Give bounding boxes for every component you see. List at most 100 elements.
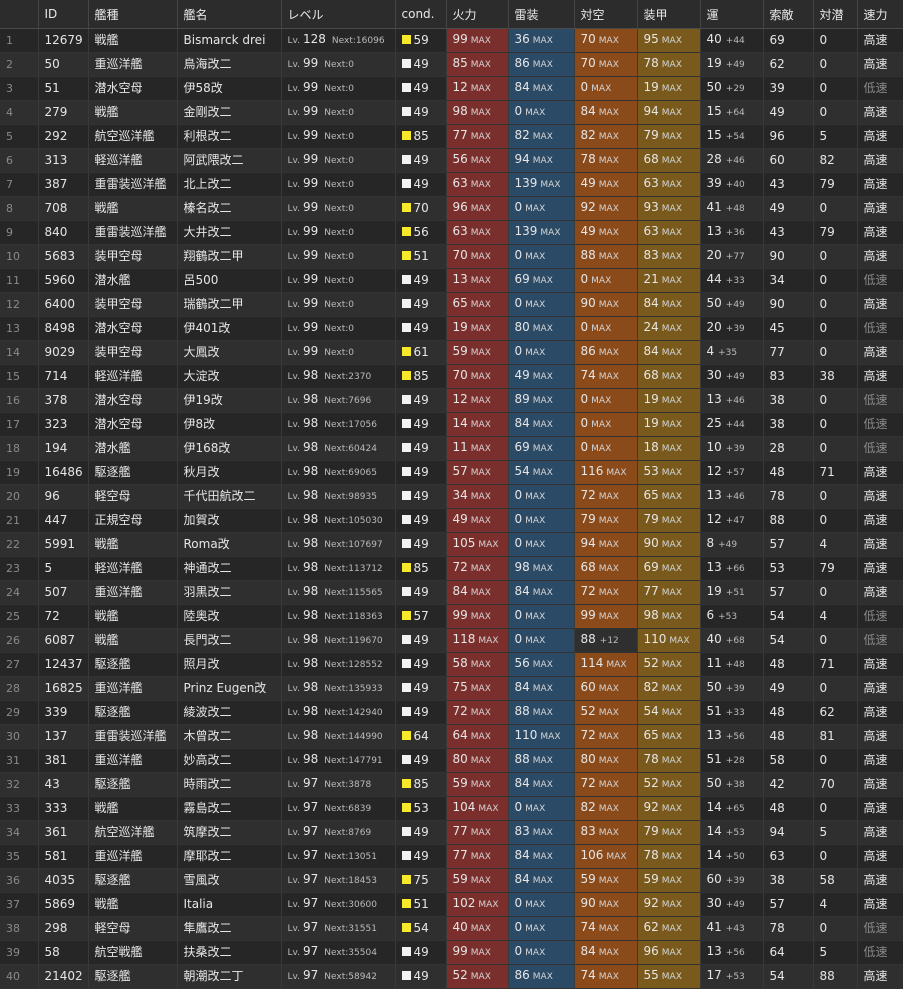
stat-speed: 高速 (857, 868, 903, 893)
max-label: MAX (598, 540, 619, 550)
max-label: MAX (525, 804, 546, 814)
max-label: MAX (470, 948, 491, 958)
max-label: MAX (470, 36, 491, 46)
table-row[interactable]: 11 5960 潜水艦 呂500 Lv. 99 Next:0 49 13 MAX 69 MAX 0 MAX… (0, 268, 903, 293)
anti-air-value: 68 (580, 560, 596, 574)
table-row[interactable]: 35 581 重巡洋艦 摩耶改二 Lv. 97 Next:13051 49 77 MAX 84 MAX… (0, 844, 903, 869)
ship-type: 重雷装巡洋艦 (88, 724, 178, 749)
level-value: 99 (303, 56, 319, 70)
table-row[interactable]: 14 9029 装甲空母 大鳳改 Lv. 99 Next:0 61 59 MAX 0 MAX 86 MAX… (0, 340, 903, 365)
max-label: MAX (661, 348, 682, 358)
table-row[interactable]: 34 361 航空巡洋艦 筑摩改二 Lv. 97 Next:8769 49 77 MAX 83 MAX… (0, 820, 903, 845)
header-level[interactable]: レベル (281, 0, 396, 29)
ship-id: 361 (38, 820, 89, 845)
ship-name: 利根改二 (177, 124, 282, 149)
firepower-value: 49 (452, 512, 468, 526)
luck-increment: +51 (725, 588, 745, 598)
table-row[interactable]: 26 6087 戦艦 長門改二 Lv. 98 Next:119670 49 118 MAX 0 MAX… (0, 628, 903, 653)
table-row[interactable]: 39 58 航空戦艦 扶桑改二 Lv. 97 Next:35504 49 99 MAX 0 MAX 84… (0, 940, 903, 965)
table-row[interactable]: 31 381 重巡洋艦 妙高改二 Lv. 98 Next:147791 49 80 MAX 88 MA… (0, 748, 903, 773)
level-prefix: Lv. (287, 708, 301, 718)
level-value: 128 (303, 32, 326, 46)
header-ship-name[interactable]: 艦名 (177, 0, 282, 29)
header-torpedo[interactable]: 雷装 (508, 0, 575, 29)
table-row[interactable]: 28 16825 重巡洋艦 Prinz Eugen改 Lv. 98 Next:135933 4… (0, 676, 903, 701)
table-row[interactable]: 19 16486 駆逐艦 秋月改 Lv. 98 Next:69065 49 57 MAX 54 MAX… (0, 460, 903, 485)
table-row[interactable]: 25 72 戦艦 陸奥改 Lv. 98 Next:118363 57 99 MAX 0 MAX 99 MA… (0, 604, 903, 629)
table-row[interactable]: 3 51 潜水空母 伊58改 Lv. 99 Next:0 49 12 MAX 84 MAX 0 MAX 19… (0, 76, 903, 101)
ship-type: 重雷装巡洋艦 (88, 172, 178, 197)
table-row[interactable]: 6 313 軽巡洋艦 阿武隈改二 Lv. 99 Next:0 49 56 MAX 94 MAX 78 MA… (0, 148, 903, 173)
table-row[interactable]: 17 323 潜水空母 伊8改 Lv. 98 Next:17056 49 14 MAX 84 MAX 0… (0, 412, 903, 437)
table-row[interactable]: 36 4035 駆逐艦 雪風改 Lv. 97 Next:18453 75 59 MAX 84 MAX 5… (0, 868, 903, 893)
table-row[interactable]: 40 21402 駆逐艦 朝潮改二丁 Lv. 97 Next:58942 49 52 MAX 86 M… (0, 964, 903, 989)
stat-anti-sub: 0 (813, 244, 858, 269)
table-row[interactable]: 9 840 重雷装巡洋艦 大井改二 Lv. 99 Next:0 56 63 MAX 139 MAX 49… (0, 220, 903, 245)
table-row[interactable]: 2 50 重巡洋艦 鳥海改二 Lv. 99 Next:0 49 85 MAX 86 MAX 70 MAX 7… (0, 52, 903, 77)
table-row[interactable]: 38 298 軽空母 隼鷹改二 Lv. 97 Next:31551 54 40 MAX 0 MAX 74… (0, 916, 903, 941)
level-prefix: Lv. (287, 84, 301, 94)
stat-firepower: 99 MAX (446, 940, 509, 965)
ship-type: 軽巡洋艦 (88, 364, 178, 389)
luck-value: 14 (706, 800, 722, 814)
table-row[interactable]: 5 292 航空巡洋艦 利根改二 Lv. 99 Next:0 85 77 MAX 82 MAX 82 MA… (0, 124, 903, 149)
luck-value: 11 (706, 656, 722, 670)
table-row[interactable]: 16 378 潜水空母 伊19改 Lv. 98 Next:7696 49 12 MAX 89 MAX 0… (0, 388, 903, 413)
table-row[interactable]: 37 5869 戦艦 Italia Lv. 97 Next:30600 51 102 MAX 0 MA… (0, 892, 903, 917)
header-condition[interactable]: cond. (395, 0, 447, 29)
table-row[interactable]: 13 8498 潜水空母 伊401改 Lv. 99 Next:0 49 19 MAX 80 MAX 0 M… (0, 316, 903, 341)
level-prefix: Lv. (287, 300, 301, 310)
table-row[interactable]: 33 333 戦艦 霧島改二 Lv. 97 Next:6839 53 104 MAX 0 MAX 82 M… (0, 796, 903, 821)
stat-armor: 96 MAX (637, 940, 701, 965)
stat-anti-air: 49 MAX (574, 172, 638, 197)
next-prefix: Next: (324, 180, 349, 190)
header-speed[interactable]: 速力 (857, 0, 903, 29)
header-anti-air[interactable]: 対空 (574, 0, 638, 29)
table-row[interactable]: 27 12437 駆逐艦 照月改 Lv. 98 Next:128552 49 58 MAX 56 MA… (0, 652, 903, 677)
header-anti-sub[interactable]: 対潜 (813, 0, 858, 29)
condition-square-icon (401, 443, 411, 452)
table-row[interactable]: 24 507 重巡洋艦 羽黒改二 Lv. 98 Next:115565 49 84 MAX 84 MA… (0, 580, 903, 605)
table-row[interactable]: 12 6400 装甲空母 瑞鶴改二甲 Lv. 99 Next:0 49 65 MAX 0 MAX 90 M… (0, 292, 903, 317)
ship-name: 綾波改二 (177, 700, 282, 725)
table-row[interactable]: 23 5 軽巡洋艦 神通改二 Lv. 98 Next:113712 85 72 MAX 98 MAX 6… (0, 556, 903, 581)
table-row[interactable]: 15 714 軽巡洋艦 大淀改 Lv. 98 Next:2370 85 70 MAX 49 MAX 74… (0, 364, 903, 389)
luck-increment: +48 (725, 204, 745, 214)
next-exp-value: 2370 (348, 372, 372, 382)
table-row[interactable]: 22 5991 戦艦 Roma改 Lv. 98 Next:107697 49 105 MAX 0 MA… (0, 532, 903, 557)
stat-anti-sub: 0 (813, 292, 858, 317)
ship-level: Lv. 97 Next:58942 (281, 964, 396, 989)
max-label: MAX (661, 564, 682, 574)
table-row[interactable]: 10 5683 装甲空母 翔鶴改二甲 Lv. 99 Next:0 51 70 MAX 0 MAX 88 M… (0, 244, 903, 269)
table-row[interactable]: 7 387 重雷装巡洋艦 北上改二 Lv. 99 Next:0 49 63 MAX 139 MAX 49… (0, 172, 903, 197)
condition-value: 49 (413, 585, 429, 599)
table-row[interactable]: 29 339 駆逐艦 綾波改二 Lv. 98 Next:142940 49 72 MAX 88 MAX… (0, 700, 903, 725)
header-firepower[interactable]: 火力 (446, 0, 509, 29)
stat-torpedo: 69 MAX (508, 436, 575, 461)
table-row[interactable]: 1 12679 戦艦 Bismarck drei Lv. 128 Next:16096 59 9… (0, 28, 903, 53)
table-row[interactable]: 8 708 戦艦 榛名改二 Lv. 99 Next:0 70 96 MAX 0 MAX 92 MAX 93 M… (0, 196, 903, 221)
ship-condition: 49 (395, 628, 447, 653)
ship-type: 戦艦 (88, 532, 178, 557)
header-luck[interactable]: 運 (700, 0, 764, 29)
table-row[interactable]: 18 194 潜水艦 伊168改 Lv. 98 Next:60424 49 11 MAX 69 MAX… (0, 436, 903, 461)
ship-condition: 57 (395, 604, 447, 629)
header-row-number[interactable] (0, 0, 39, 29)
stat-torpedo: 84 MAX (508, 676, 575, 701)
table-row[interactable]: 32 43 駆逐艦 時雨改二 Lv. 97 Next:3878 85 59 MAX 84 MAX 72 M… (0, 772, 903, 797)
ship-id: 72 (38, 604, 89, 629)
header-ship-type[interactable]: 艦種 (88, 0, 178, 29)
header-line-of-sight[interactable]: 索敵 (763, 0, 814, 29)
table-row[interactable]: 30 137 重雷装巡洋艦 木曾改二 Lv. 98 Next:144990 64 64 MAX 11… (0, 724, 903, 749)
header-id[interactable]: ID (38, 0, 89, 29)
header-armor[interactable]: 装甲 (637, 0, 701, 29)
level-prefix: Lv. (287, 852, 301, 862)
max-label: MAX (532, 132, 553, 142)
armor-value: 52 (643, 776, 659, 790)
condition-value: 49 (413, 681, 429, 695)
table-row[interactable]: 20 96 軽空母 千代田航改二 Lv. 98 Next:98935 49 34 MAX 0 MAX 7… (0, 484, 903, 509)
table-row[interactable]: 4 279 戦艦 金剛改二 Lv. 99 Next:0 49 98 MAX 0 MAX 84 MAX 94 M… (0, 100, 903, 125)
stat-line-of-sight: 69 (763, 28, 814, 53)
table-row[interactable]: 21 447 正規空母 加賀改 Lv. 98 Next:105030 49 49 MAX 0 MAX 7… (0, 508, 903, 533)
luck-increment: +49 (725, 60, 745, 70)
